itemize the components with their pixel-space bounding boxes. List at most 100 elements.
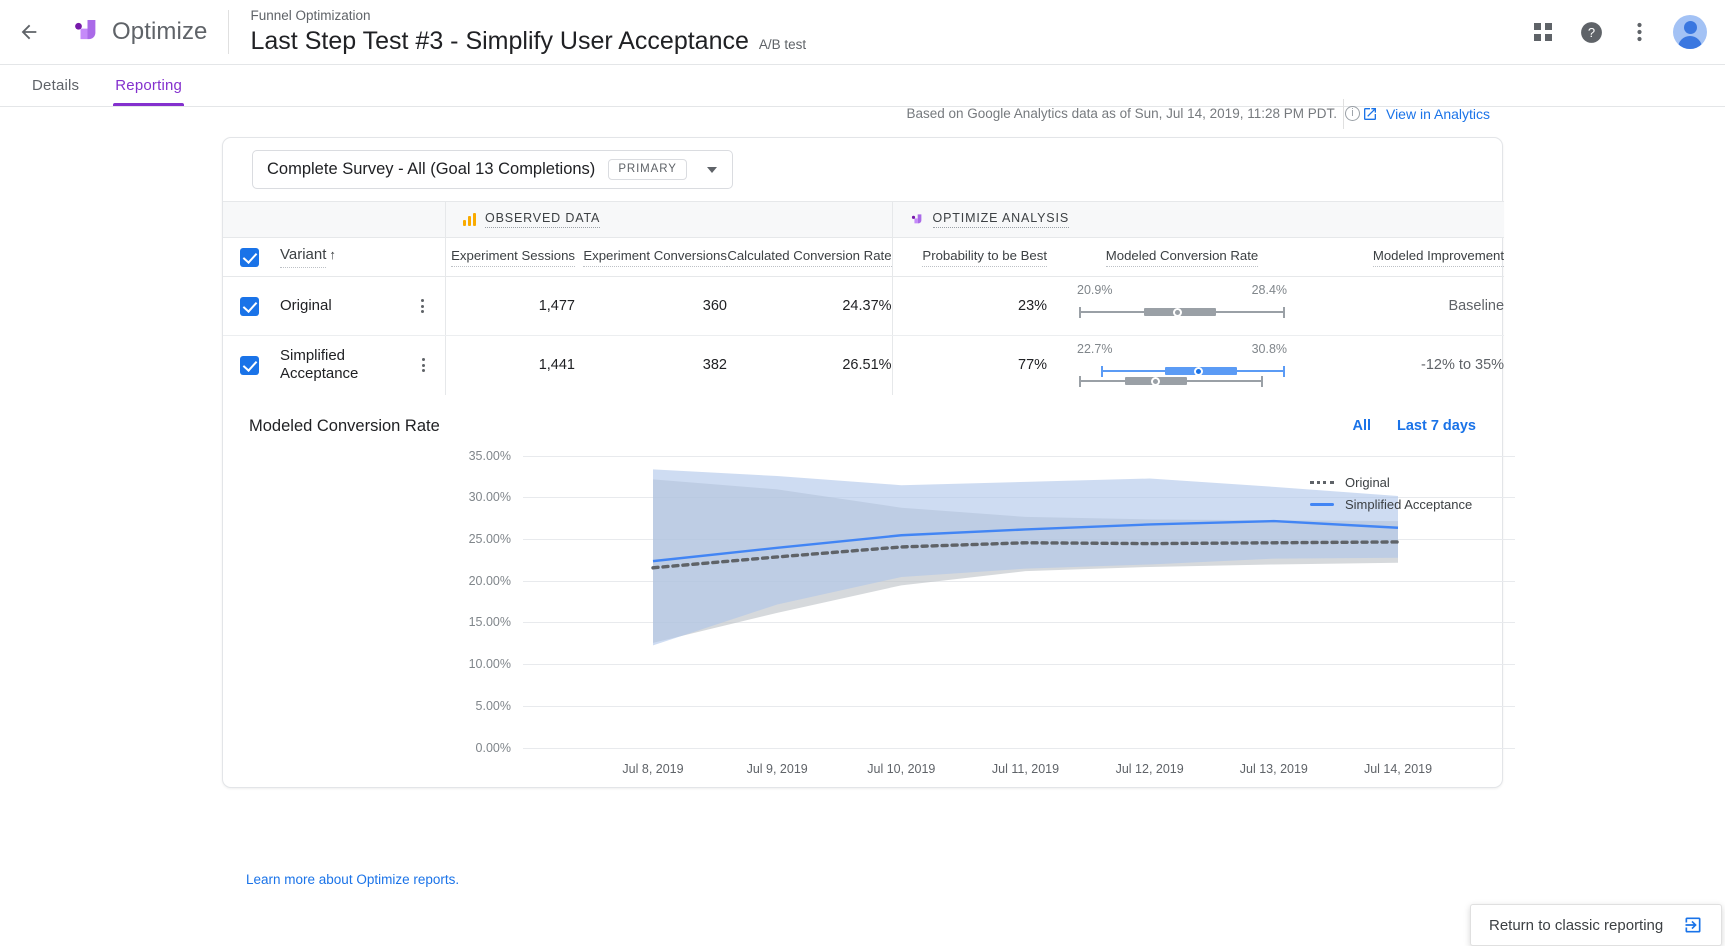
chart-gridline (523, 747, 1515, 749)
range-cap-left (1101, 365, 1104, 377)
sort-ascending-icon: ↑ (329, 247, 336, 262)
avatar-body (1678, 36, 1702, 49)
app-bar: Optimize Funnel Optimization Last Step T… (0, 0, 1725, 65)
header-modeled-improvement[interactable]: Modeled Improvement (1317, 237, 1505, 277)
chart-x-tick-label: Jul 11, 2019 (991, 761, 1060, 776)
header-modeled-conversion-rate[interactable]: Modeled Conversion Rate (1047, 237, 1318, 277)
range-median-dot (1194, 366, 1204, 376)
chart-legend: Original Simplified Acceptance (1310, 472, 1480, 516)
table-row: Original 1,477 360 24.37% 23% 20.9% 28.4… (223, 276, 1505, 336)
return-to-classic-reporting-label: Return to classic reporting (1489, 916, 1664, 934)
data-freshness-text: Based on Google Analytics data as of Sun… (906, 105, 1337, 121)
back-arrow-icon (21, 24, 37, 40)
tab-reporting-label: Reporting (115, 77, 183, 94)
table-row: Simplified Acceptance 1,441 382 26.51% 7… (223, 335, 1505, 395)
cell-experiment-conversions: 382 (702, 357, 727, 374)
chart-x-tick-label: Jul 13, 2019 (1239, 761, 1308, 776)
range-high-label: 28.4% (1251, 283, 1288, 297)
chart-y-tick-label: 0.00% (475, 740, 511, 755)
product-name: Optimize (112, 18, 208, 45)
app-bar-actions: ? (1521, 10, 1725, 54)
experiment-type-label: A/B test (758, 37, 807, 52)
tab-reporting[interactable]: Reporting (97, 65, 200, 106)
variant-name: Simplified Acceptance (280, 347, 359, 383)
avatar[interactable] (1673, 15, 1707, 49)
row-checkbox[interactable] (240, 296, 259, 316)
cell-experiment-conversions: 360 (575, 276, 727, 336)
row-variant-cell: Original (223, 276, 445, 336)
primary-badge: PRIMARY (608, 159, 687, 180)
optimize-logo-icon (75, 20, 96, 40)
learn-more-link[interactable]: Learn more about Optimize reports. (246, 872, 459, 887)
goal-bar: Complete Survey - All (Goal 13 Completio… (223, 138, 1502, 201)
more-options-button[interactable] (1617, 10, 1661, 54)
view-in-analytics-link[interactable]: View in Analytics (1342, 99, 1490, 129)
cell-calculated-conversion-rate: 24.37% (727, 276, 893, 336)
goal-selector[interactable]: Complete Survey - All (Goal 13 Completio… (252, 150, 733, 189)
header-calculated-conversion-rate[interactable]: Calculated Conversion Rate (727, 237, 893, 277)
legend-item-original[interactable]: Original (1310, 472, 1480, 494)
help-button[interactable]: ? (1569, 10, 1613, 54)
avatar-head (1683, 21, 1697, 34)
header-variant[interactable]: Variant ↑ (280, 246, 445, 268)
group-optimize-analysis-label: OPTIMIZE ANALYSIS (932, 211, 1070, 228)
range-high-label: 30.8% (1251, 342, 1288, 357)
table-group-row: OBSERVED DATA OPTIMIZE ANALYSIS (223, 201, 1505, 238)
cell-experiment-sessions: 1,441 (444, 335, 575, 395)
row-checkbox[interactable] (240, 355, 259, 375)
open-in-new-icon (1363, 108, 1376, 120)
select-all-checkbox[interactable] (240, 247, 259, 267)
product-logo-group[interactable]: Optimize (53, 17, 228, 47)
apps-grid-icon (1534, 23, 1552, 41)
cell-modeled-improvement: -12% to 35% (1421, 357, 1505, 374)
range-low-label: 22.7% (1077, 342, 1113, 357)
legend-item-simplified-acceptance[interactable]: Simplified Acceptance (1310, 494, 1480, 516)
baseline-median-dot (1151, 376, 1161, 386)
chart-y-tick-label: 20.00% (468, 573, 511, 588)
tab-details-label: Details (32, 77, 80, 94)
row-menu-button[interactable] (412, 358, 435, 373)
modeled-conversion-rate-chart: 35.00% 30.00% 25.00% 20.00% 15.00% 10.00% 5.00… (223, 442, 1515, 787)
baseline-cap-right (1261, 375, 1264, 387)
report-card: Complete Survey - All (Goal 13 Completio… (222, 137, 1515, 788)
cell-probability-to-be-best: 77% (891, 335, 1048, 395)
legend-solid-line-icon (1310, 503, 1334, 506)
table-header-row: Variant ↑ Experiment Sessions Experiment … (223, 237, 1505, 277)
chart-range-all[interactable]: All (1352, 418, 1371, 434)
range-cap-left (1079, 306, 1082, 318)
legend-dashed-line-icon (1310, 481, 1334, 484)
chart-y-tick-label: 5.00% (475, 698, 511, 713)
container-name: Funnel Optimization (250, 8, 371, 23)
row-menu-button[interactable] (410, 299, 436, 313)
header-variant-cell: Variant ↑ (223, 237, 445, 277)
back-button[interactable] (5, 8, 53, 56)
header-probability-to-be-best[interactable]: Probability to be Best (891, 237, 1048, 277)
chart-y-tick-label: 25.00% (468, 531, 511, 546)
chart-x-tick-label: Jul 14, 2019 (1363, 761, 1433, 776)
row-variant-cell: Simplified Acceptance (223, 336, 445, 395)
goal-name: Complete Survey - All (Goal 13 Completio… (267, 160, 596, 178)
range-track (1077, 365, 1287, 387)
cell-experiment-sessions: 1,477 (444, 276, 575, 336)
chart-range-last7[interactable]: Last 7 days (1397, 418, 1476, 434)
view-in-analytics-label: View in Analytics (1385, 106, 1490, 122)
optimize-logo-icon (911, 213, 921, 223)
baseline-cap-left (1079, 375, 1082, 387)
chart-x-tick-label: Jul 9, 2019 (746, 761, 808, 776)
chevron-down-icon[interactable] (706, 166, 717, 173)
chart-y-tick-label: 10.00% (468, 657, 511, 672)
variant-name: Original (280, 297, 332, 314)
range-indicator: 22.7% 30.8% (1077, 342, 1287, 388)
tab-details[interactable]: Details (14, 65, 97, 106)
chart-header: Modeled Conversion Rate All Last 7 days (223, 395, 1502, 436)
header-experiment-sessions[interactable]: Experiment Sessions (444, 237, 575, 277)
chart-y-tick-label: 35.00% (468, 448, 511, 463)
group-optimize-analysis: OPTIMIZE ANALYSIS (891, 201, 1505, 238)
report-content: Based on Google Analytics data as of Sun… (0, 99, 1725, 946)
range-indicator: 20.9% 28.4% (1077, 283, 1287, 329)
apps-grid-button[interactable] (1521, 10, 1565, 54)
header-experiment-conversions[interactable]: Experiment Conversions (575, 237, 727, 277)
return-to-classic-reporting-button[interactable]: Return to classic reporting (1470, 904, 1723, 946)
range-low-label: 20.9% (1077, 283, 1113, 297)
more-vert-icon (1636, 22, 1642, 42)
